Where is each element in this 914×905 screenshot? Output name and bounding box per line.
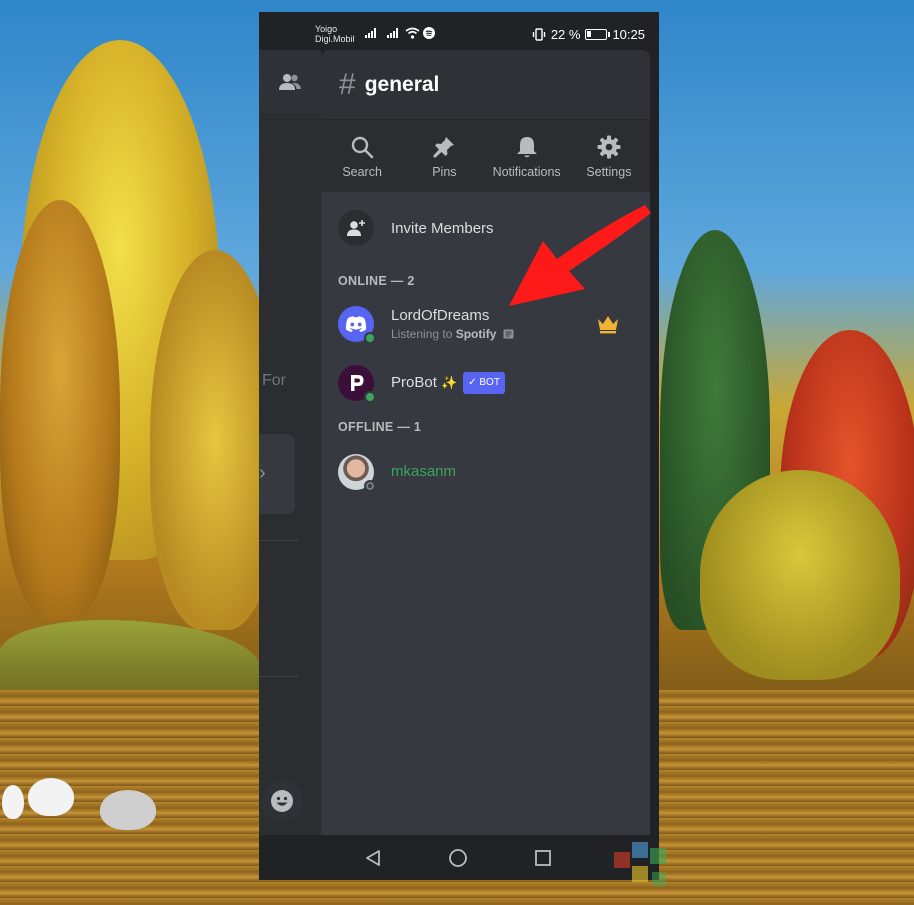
pin-icon bbox=[433, 137, 455, 158]
member-name: LordOfDreams bbox=[391, 307, 490, 324]
offline-status-dot bbox=[364, 480, 376, 492]
android-nav-bar bbox=[321, 835, 659, 880]
avatar bbox=[338, 454, 376, 492]
signal-icon bbox=[365, 28, 376, 38]
divider bbox=[259, 676, 299, 677]
server-owner-crown-icon bbox=[598, 316, 618, 334]
add-user-icon bbox=[347, 220, 365, 236]
invite-avatar bbox=[338, 210, 374, 246]
background-grass bbox=[0, 620, 260, 700]
search-icon bbox=[351, 136, 374, 159]
vibrate-icon bbox=[532, 28, 546, 41]
invite-members-button[interactable]: Invite Members bbox=[338, 210, 494, 246]
channel-header: # general bbox=[321, 50, 650, 120]
carrier-2: Digi.Mobil bbox=[315, 34, 355, 44]
rich-presence-icon bbox=[503, 329, 514, 339]
offline-section-header: OFFLINE — 1 bbox=[338, 420, 422, 434]
channel-chat-backdrop: For › bbox=[259, 50, 321, 835]
settings-button[interactable]: Settings bbox=[568, 120, 650, 192]
pins-button[interactable]: Pins bbox=[403, 120, 485, 192]
background-tree bbox=[0, 200, 120, 620]
gear-icon bbox=[597, 135, 621, 159]
member-name: mkasanm bbox=[391, 463, 457, 480]
battery-icon bbox=[585, 29, 611, 40]
member-name: ProBot bbox=[391, 374, 437, 391]
home-circle-icon bbox=[449, 849, 467, 867]
channel-sheet: # general Search Pins Notifications Sett… bbox=[321, 50, 650, 835]
carrier-1: Yoigo bbox=[315, 24, 338, 34]
background-tree bbox=[700, 470, 900, 680]
member-row[interactable]: ProBot ✨ ✓ BOT bbox=[338, 365, 638, 403]
avatar bbox=[338, 306, 376, 344]
search-button[interactable]: Search bbox=[321, 120, 403, 192]
status-bar: Yoigo Digi.Mobil 22 % 10:25 bbox=[259, 12, 659, 50]
settings-label: Settings bbox=[586, 165, 632, 179]
channel-toolbar: Search Pins Notifications Settings bbox=[321, 120, 650, 192]
annotation-arrow-icon bbox=[509, 205, 651, 306]
goose bbox=[28, 778, 74, 816]
online-status-dot bbox=[364, 332, 376, 344]
avatar bbox=[338, 365, 376, 403]
clock: 10:25 bbox=[612, 27, 645, 42]
battery-percent: 22 % bbox=[550, 27, 581, 42]
watermark-cubes-icon bbox=[614, 842, 666, 886]
back-triangle-icon bbox=[366, 850, 380, 866]
channel-hash-icon: # bbox=[339, 67, 356, 101]
divider bbox=[259, 540, 299, 541]
watermark-logo bbox=[612, 838, 912, 898]
emoji-icon bbox=[271, 790, 293, 812]
search-label: Search bbox=[342, 165, 382, 179]
spotify-icon bbox=[423, 27, 435, 39]
back-button[interactable] bbox=[362, 847, 384, 869]
recents-square-icon bbox=[535, 850, 551, 866]
notifications-label: Notifications bbox=[492, 165, 561, 179]
bell-icon bbox=[516, 137, 537, 158]
invite-members-label: Invite Members bbox=[391, 219, 494, 237]
recents-button[interactable] bbox=[532, 847, 554, 869]
emoji-button[interactable] bbox=[261, 780, 303, 822]
phone-screen: Yoigo Digi.Mobil 22 % 10:25 For › # gene… bbox=[259, 12, 659, 880]
activity-prefix: Listening to bbox=[391, 327, 456, 341]
members-toggle-button[interactable] bbox=[259, 50, 321, 114]
wifi-icon bbox=[405, 27, 420, 39]
carrier-names: Yoigo Digi.Mobil bbox=[315, 24, 355, 44]
pins-label: Pins bbox=[432, 165, 457, 179]
member-activity: Listening to Spotify bbox=[391, 327, 514, 341]
bot-badge: ✓ BOT bbox=[463, 372, 505, 394]
chevron-right-icon: › bbox=[259, 462, 266, 484]
online-status-dot bbox=[364, 391, 376, 403]
notifications-button[interactable]: Notifications bbox=[486, 120, 568, 192]
home-button[interactable] bbox=[447, 847, 469, 869]
partial-chat-text: For bbox=[262, 372, 286, 389]
status-right: 22 % 10:25 bbox=[532, 27, 645, 42]
member-row[interactable]: mkasanm bbox=[338, 454, 638, 492]
sparkle-icon: ✨ bbox=[441, 375, 458, 390]
members-icon bbox=[279, 74, 301, 90]
member-name-line: ProBot ✨ ✓ BOT bbox=[391, 372, 505, 394]
goose bbox=[2, 785, 24, 819]
activity-app: Spotify bbox=[455, 327, 497, 341]
goose bbox=[100, 790, 156, 830]
signal-icon bbox=[387, 28, 398, 38]
online-section-header: ONLINE — 2 bbox=[338, 274, 415, 288]
channel-name: general bbox=[364, 72, 440, 96]
